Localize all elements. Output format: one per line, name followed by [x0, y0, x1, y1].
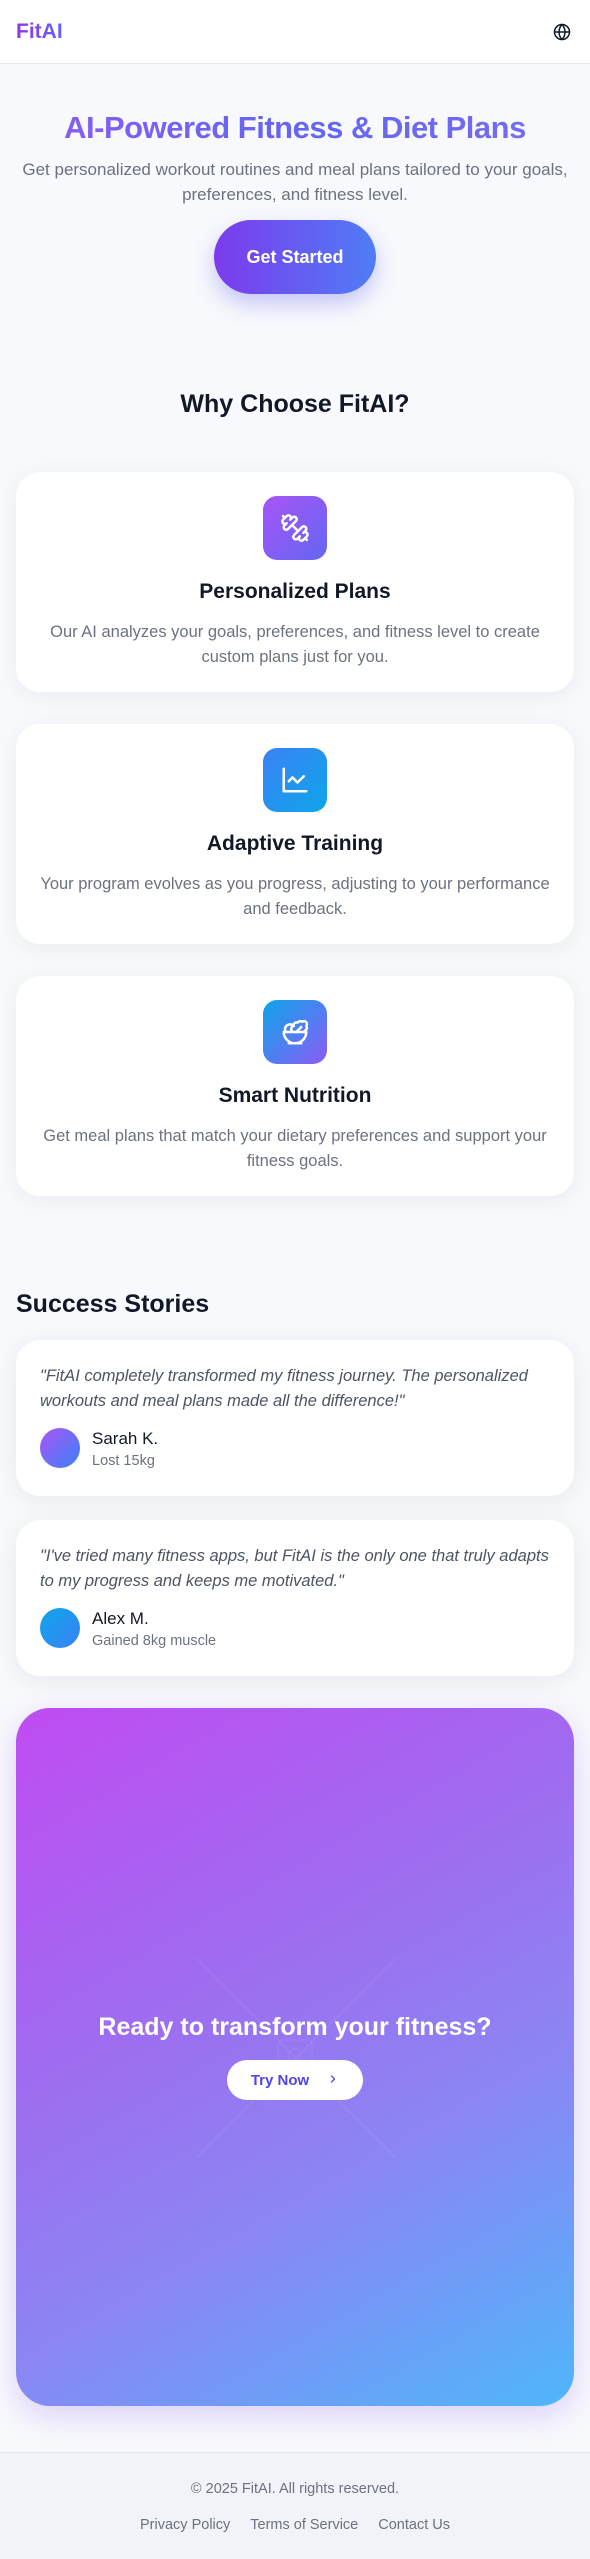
testimonial-result: Gained 8kg muscle: [92, 1633, 217, 1649]
copyright-text: © 2025 FitAI. All rights reserved.: [190, 2481, 400, 2497]
cta-title: Ready to transform your fitness?: [98, 2013, 492, 2041]
logo[interactable]: FitAI: [16, 20, 63, 44]
cta-banner: Ready to transform your fitness? Try Now: [16, 1708, 574, 2406]
salad-bowl-icon: [263, 1000, 327, 1064]
feature-card-nutrition: Smart Nutrition Get meal plans that matc…: [16, 976, 574, 1196]
terms-of-service-link[interactable]: Terms of Service: [250, 2517, 358, 2533]
hero-subtitle: Get personalized workout routines and me…: [22, 160, 568, 204]
feature-title: Adaptive Training: [206, 832, 384, 855]
testimonial-quote: "FitAI completely transformed my fitness…: [40, 1367, 528, 1410]
testimonial-name: Sarah K.: [92, 1429, 159, 1448]
testimonial-card: "I've tried many fitness apps, but FitAI…: [16, 1520, 574, 1676]
avatar: [40, 1428, 80, 1468]
try-now-button[interactable]: Try Now: [227, 2060, 363, 2100]
feature-description: Your program evolves as you progress, ad…: [40, 875, 550, 918]
footer-links: Privacy Policy Terms of Service Contact …: [0, 2517, 590, 2533]
testimonial-name: Alex M.: [92, 1609, 149, 1628]
chevron-right-icon: [327, 2072, 339, 2089]
dumbbell-icon: [263, 496, 327, 560]
testimonial-result: Lost 15kg: [92, 1453, 155, 1469]
feature-description: Get meal plans that match your dietary p…: [43, 1127, 547, 1170]
app-header: FitAI: [0, 0, 590, 64]
success-stories-title: Success Stories: [16, 1290, 210, 1318]
avatar: [40, 1608, 80, 1648]
contact-us-link[interactable]: Contact Us: [378, 2517, 450, 2533]
feature-description: Our AI analyzes your goals, preferences,…: [50, 623, 540, 666]
chart-line-icon: [263, 748, 327, 812]
feature-title: Smart Nutrition: [218, 1084, 372, 1107]
features-title: Why Choose FitAI?: [180, 390, 410, 418]
feature-card-personalized: Personalized Plans Our AI analyzes your …: [16, 472, 574, 692]
feature-title: Personalized Plans: [199, 580, 391, 603]
footer: © 2025 FitAI. All rights reserved. Priva…: [0, 2452, 590, 2559]
globe-icon[interactable]: [550, 20, 574, 44]
get-started-button[interactable]: Get Started: [214, 220, 376, 294]
hero-title: AI-Powered Fitness & Diet Plans: [0, 110, 590, 146]
feature-card-adaptive: Adaptive Training Your program evolves a…: [16, 724, 574, 944]
decorative-background: [195, 1957, 397, 2159]
try-now-label: Try Now: [250, 2071, 310, 2089]
testimonial-quote: "I've tried many fitness apps, but FitAI…: [40, 1547, 549, 1590]
privacy-policy-link[interactable]: Privacy Policy: [140, 2517, 230, 2533]
testimonial-card: "FitAI completely transformed my fitness…: [16, 1340, 574, 1496]
